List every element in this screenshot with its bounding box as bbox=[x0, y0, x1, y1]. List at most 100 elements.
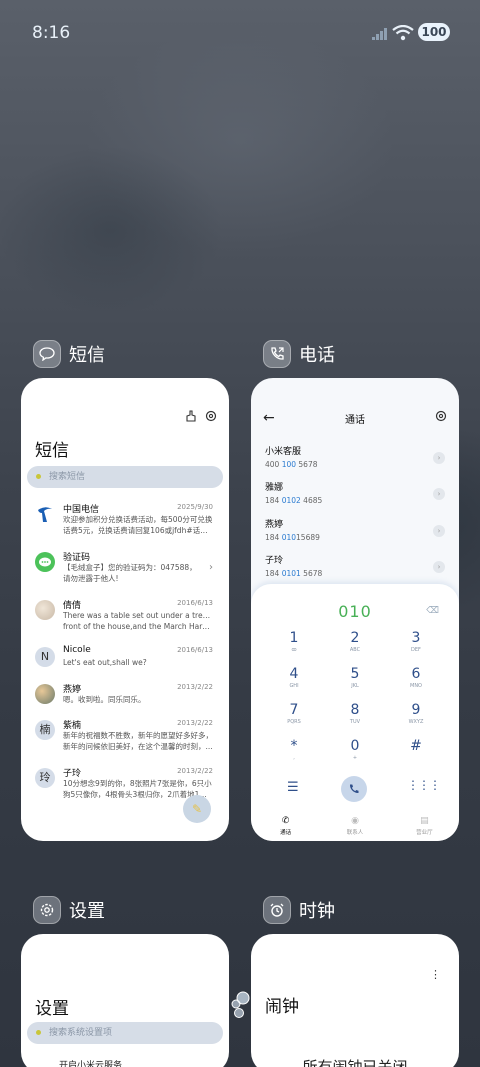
avatar bbox=[35, 684, 55, 704]
app-label-text: 电话 bbox=[299, 345, 335, 366]
message-preview-line: 10分想念9到的你，8张照片7张是你，6只小 bbox=[63, 779, 212, 788]
phone-call-icon bbox=[263, 340, 291, 368]
call-button[interactable] bbox=[341, 776, 367, 802]
app-label-phone[interactable]: 电话 bbox=[263, 340, 335, 368]
backspace-icon[interactable]: ⌫ bbox=[426, 606, 439, 616]
memory-cleanup-bubbles-icon[interactable] bbox=[228, 990, 254, 1020]
chevron-right-icon: › bbox=[209, 562, 213, 573]
message-preview-line: front of the house,and the March Hare an… bbox=[63, 622, 213, 631]
avatar: 楠 bbox=[35, 720, 55, 740]
contact-name: 燕婷 bbox=[265, 520, 284, 530]
message-date: 2016/6/13 bbox=[177, 599, 213, 607]
dial-key-4[interactable]: 4 GHI bbox=[274, 666, 314, 696]
message-date: 2013/2/22 bbox=[177, 719, 213, 727]
more-options-icon[interactable]: ⋮ bbox=[430, 968, 441, 981]
message-preview-line: 【毛绒盒子】您的验证码为：047588， bbox=[63, 563, 197, 572]
app-label-text: 时钟 bbox=[299, 901, 335, 922]
message-preview-line: 欢迎参加积分兑换话费活动，每500分可兑换 bbox=[63, 515, 213, 524]
message-date: 2013/2/22 bbox=[177, 683, 213, 691]
app-label-sms[interactable]: 短信 bbox=[33, 340, 105, 368]
dial-key-6[interactable]: 6 MNO bbox=[396, 666, 436, 696]
contact-name: 小米客服 bbox=[265, 447, 302, 457]
app-label-settings[interactable]: 设置 bbox=[33, 896, 105, 924]
avatar: N bbox=[35, 647, 55, 667]
contact-suggestion[interactable]: 燕婷 184 01015689 › bbox=[265, 517, 445, 547]
search-input[interactable]: 搜索系统设置项 bbox=[27, 1022, 223, 1044]
chevron-right-icon[interactable]: › bbox=[433, 561, 445, 573]
contact-suggestion[interactable]: 小米客服 400 100 5678 › bbox=[265, 444, 445, 474]
phone-icon: ✆ bbox=[281, 816, 290, 826]
status-bar: 8:16 100 bbox=[32, 22, 450, 46]
dial-key-5[interactable]: 5 JKL bbox=[335, 666, 375, 696]
empty-state-text: 所有闹钟已关闭 bbox=[302, 1058, 408, 1067]
chevron-right-icon[interactable]: › bbox=[433, 488, 445, 500]
compose-fab-button[interactable]: ✎ bbox=[183, 795, 211, 823]
contact-number: 184 0101 5678 bbox=[265, 569, 323, 578]
chevron-right-icon[interactable]: › bbox=[433, 452, 445, 464]
chevron-right-icon[interactable]: › bbox=[433, 525, 445, 537]
contact-suggestion[interactable]: 雅娜 184 0102 4685 › bbox=[265, 480, 445, 510]
dial-key-8[interactable]: 8 TUV bbox=[335, 702, 375, 732]
phone-header: ← 通话 bbox=[263, 408, 447, 428]
battery-indicator: 100 bbox=[418, 23, 450, 41]
tab-contacts[interactable]: ◉ 联系人 bbox=[320, 811, 389, 841]
avatar: 玲 bbox=[35, 768, 55, 788]
tab-service-hall[interactable]: ▤ 营业厅 bbox=[390, 811, 459, 841]
settings-item-mi-cloud[interactable]: 开启小米云服务 bbox=[59, 1058, 122, 1067]
page-title: 短信 bbox=[35, 441, 69, 461]
gear-icon[interactable] bbox=[205, 410, 217, 422]
wifi-icon bbox=[392, 25, 414, 41]
message-preview-line: There was a table set out under a tree i… bbox=[63, 611, 213, 620]
phone-app-card[interactable]: ← 通话 小米客服 400 100 5678 › 雅娜 184 0102 468… bbox=[251, 378, 459, 841]
dial-key-1[interactable]: 1ꝏ bbox=[274, 630, 314, 660]
gear-icon[interactable] bbox=[435, 410, 447, 422]
status-time: 8:16 bbox=[32, 23, 71, 43]
app-label-clock[interactable]: 时钟 bbox=[263, 896, 335, 924]
message-date: 2016/6/13 bbox=[177, 646, 213, 654]
message-preview-line: 话费5元，兑换话费请回复106或jfdh#话费... bbox=[63, 526, 213, 535]
dial-key-3[interactable]: 3 DEF bbox=[396, 630, 436, 660]
message-date: 2013/2/22 bbox=[177, 767, 213, 775]
sender-name: Nicole bbox=[63, 645, 91, 655]
signal-icon bbox=[372, 28, 387, 40]
conversation-item[interactable]: 验证码 › 【毛绒盒子】您的验证码为：047588， 请勿泄露于他人! bbox=[35, 550, 219, 594]
contact-number: 184 01015689 bbox=[265, 533, 320, 542]
contact-suggestion[interactable]: 子玲 184 0101 5678 › bbox=[265, 553, 445, 583]
search-input[interactable]: 搜索短信 bbox=[27, 466, 223, 488]
person-icon: ◉ bbox=[351, 816, 359, 826]
conversation-item[interactable]: 中国电信 2025/9/30 欢迎参加积分兑换话费活动，每500分可兑换 话费5元… bbox=[35, 502, 219, 546]
dialpad: 010 ⌫ 1ꝏ 2 ABC 3 DEF 4 GHI 5 JKL 6 MNO 7 PQRS … bbox=[251, 584, 459, 814]
keypad-grid-icon[interactable]: ⋮⋮⋮ bbox=[407, 778, 441, 792]
dial-key-9[interactable]: 9 WXYZ bbox=[396, 702, 436, 732]
sms-app-card[interactable]: 短信 搜索短信 中国电信 2025/9/30 欢迎参加积分兑换话费活动，每500… bbox=[21, 378, 229, 841]
conversation-item[interactable]: 倩倩 2016/6/13 There was a table set out u… bbox=[35, 598, 219, 642]
broom-icon[interactable] bbox=[185, 410, 197, 422]
contact-number: 184 0102 4685 bbox=[265, 496, 323, 505]
message-preview-line: 请勿泄露于他人! bbox=[63, 574, 119, 583]
clock-app-card[interactable]: ⋮ 闹钟 所有闹钟已关闭 bbox=[251, 934, 459, 1067]
dial-key-7[interactable]: 7 PQRS bbox=[274, 702, 314, 732]
page-title: 通话 bbox=[345, 415, 365, 426]
dial-key-hash[interactable]: # bbox=[396, 738, 436, 768]
sms-toolbar bbox=[185, 410, 217, 422]
conversation-item[interactable]: 楠 紫楠 2013/2/22 新年的祝福数不胜数，新年的愿望好多好多， 新年的问候… bbox=[35, 718, 219, 762]
dial-key-2[interactable]: 2 ABC bbox=[335, 630, 375, 660]
app-label-text: 短信 bbox=[69, 345, 105, 366]
settings-app-card[interactable]: 设置 搜索系统设置项 开启小米云服务 bbox=[21, 934, 229, 1067]
page-title: 闹钟 bbox=[265, 997, 299, 1017]
message-preview-line: Let's eat out,shall we? bbox=[63, 658, 147, 667]
avatar bbox=[35, 600, 55, 620]
dial-key-star[interactable]: *, bbox=[274, 738, 314, 768]
menu-icon[interactable]: ☰ bbox=[287, 780, 299, 795]
page-title: 设置 bbox=[35, 999, 69, 1019]
chat-bubble-icon bbox=[33, 340, 61, 368]
tab-calls[interactable]: ✆ 通话 bbox=[251, 811, 320, 841]
china-telecom-logo-icon bbox=[35, 504, 55, 524]
contact-number: 400 100 5678 bbox=[265, 460, 318, 469]
contact-name: 雅娜 bbox=[265, 483, 284, 493]
message-bubble-icon bbox=[35, 552, 55, 572]
dial-key-0[interactable]: 0 + bbox=[335, 738, 375, 768]
contact-name: 子玲 bbox=[265, 556, 284, 566]
phone-icon bbox=[349, 784, 359, 794]
message-preview-line: 新年的问候依旧美好，在这个温馨的时刻，... bbox=[63, 742, 213, 751]
